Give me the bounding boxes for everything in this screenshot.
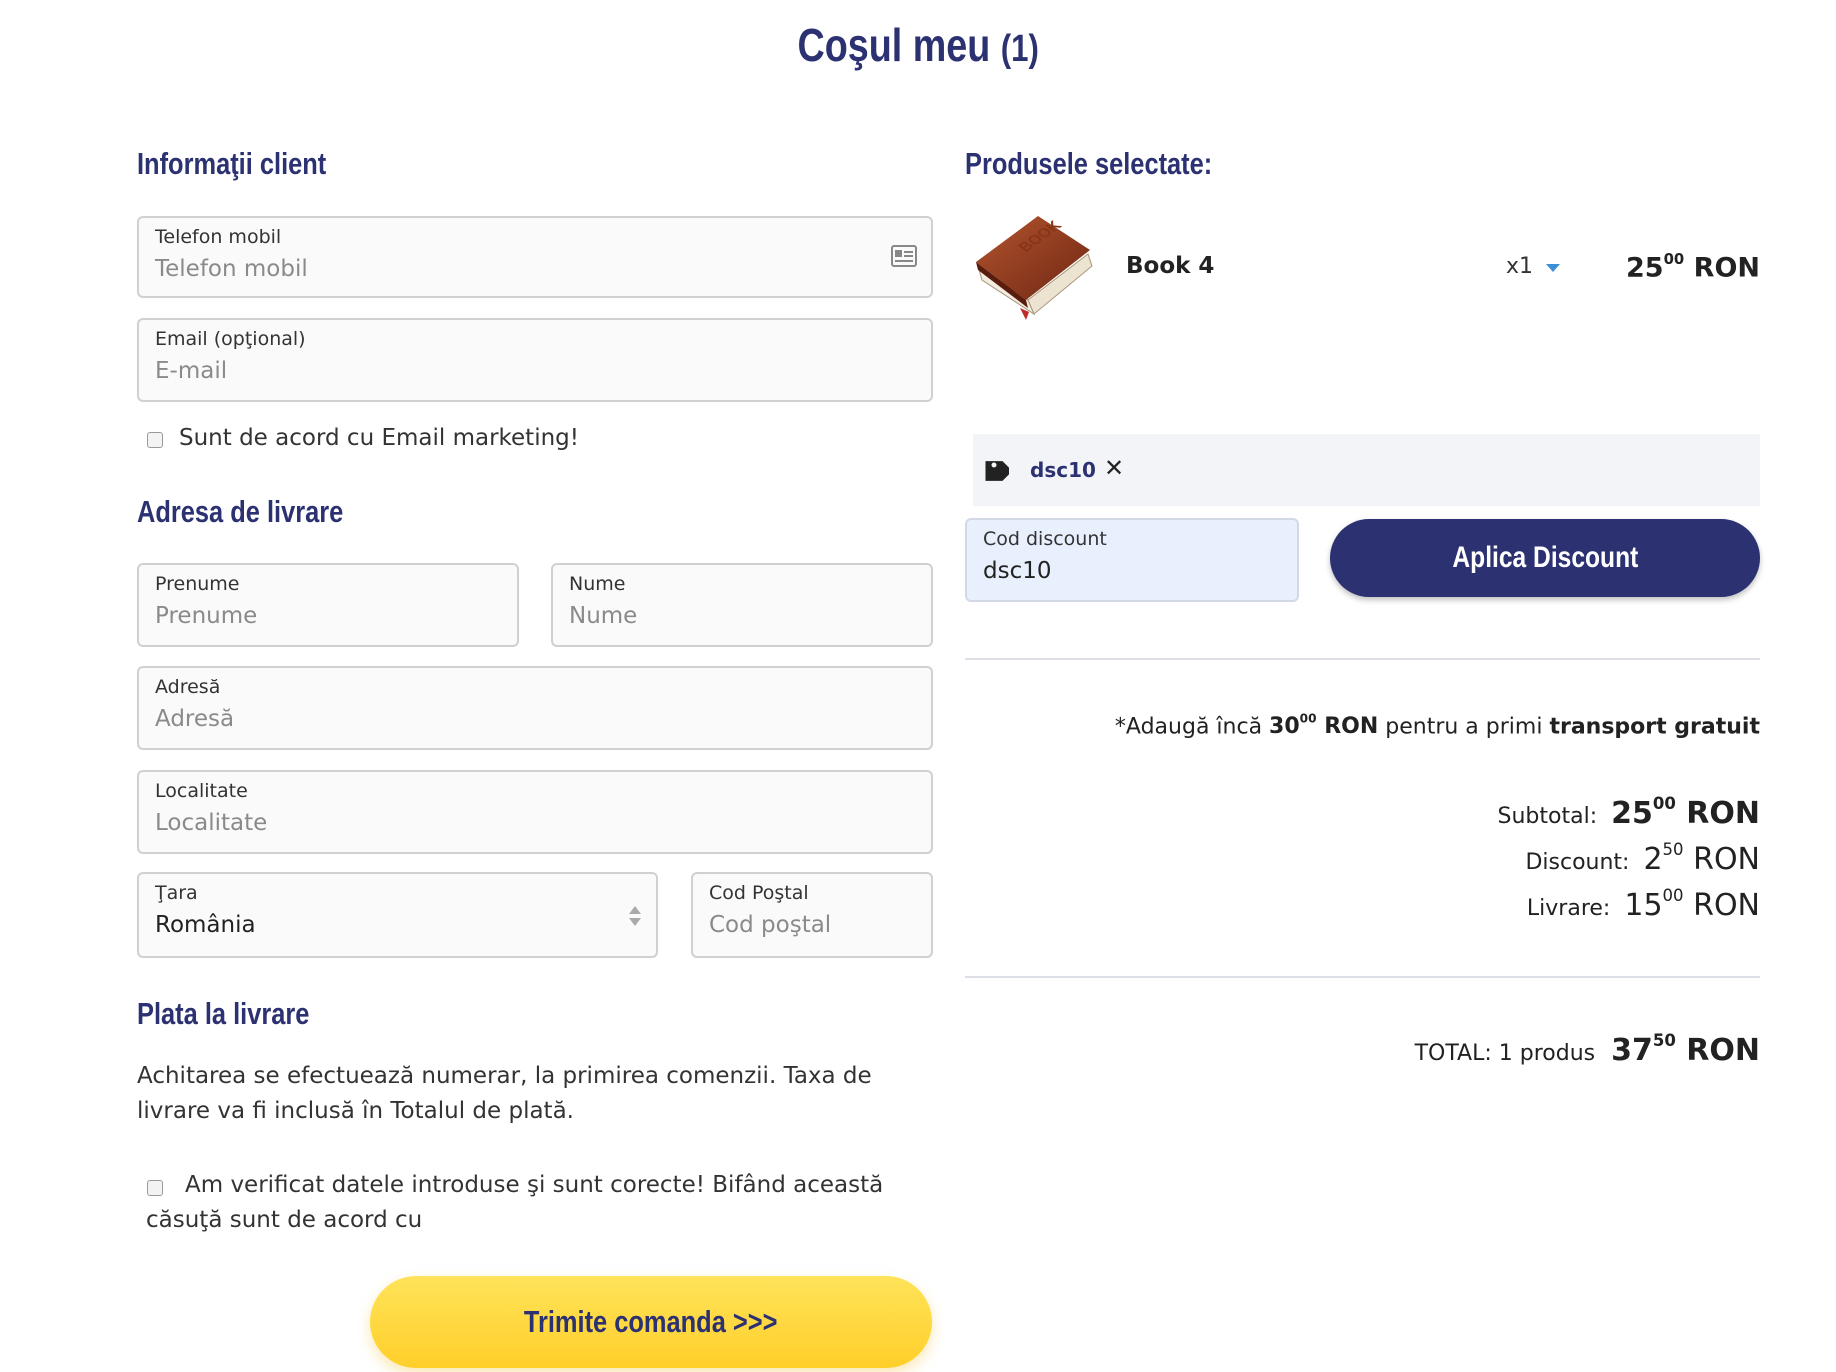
email-field[interactable]: Email (opţional) E-mail <box>137 318 933 402</box>
first-name-placeholder: Prenume <box>155 603 258 629</box>
submit-order-label: Trimite comanda >>> <box>524 1304 778 1339</box>
delivery-row: Livrare: 1500 RON <box>965 886 1760 923</box>
note-currency: RON <box>1324 714 1379 740</box>
apply-discount-label: Aplica Discount <box>1452 541 1638 574</box>
terms-label: Am verificat datele introduse şi sunt co… <box>146 1172 884 1233</box>
address-field[interactable]: Adresă Adresă <box>137 666 933 750</box>
postal-code-field[interactable]: Cod Poştal Cod poştal <box>691 872 933 958</box>
products-heading: Produsele selectate: <box>965 146 1213 181</box>
page-title: Coşul meu (1) <box>0 18 1836 74</box>
city-field[interactable]: Localitate Localitate <box>137 770 933 854</box>
total-value: 3750 RON <box>1611 1031 1760 1069</box>
delivery-value: 1500 RON <box>1624 886 1760 924</box>
total-row: TOTAL: 1 produs 3750 RON <box>965 1031 1760 1068</box>
marketing-label: Sunt de acord cu Email marketing! <box>179 425 579 451</box>
city-placeholder: Localitate <box>155 810 268 836</box>
applied-discount-code: dsc10 <box>1030 458 1096 482</box>
note-amount-int: 30 <box>1269 714 1300 740</box>
country-label: Ţara <box>155 882 198 904</box>
phone-field[interactable]: Telefon mobil Telefon mobil <box>137 216 933 298</box>
phone-label: Telefon mobil <box>155 226 282 248</box>
email-placeholder: E-mail <box>155 358 228 384</box>
marketing-checkbox[interactable] <box>147 432 163 448</box>
product-price-dec: 00 <box>1663 250 1685 268</box>
discount-row: Discount: 250 RON <box>965 840 1760 877</box>
note-free-shipping: transport gratuit <box>1549 714 1760 740</box>
cart-count: (1) <box>1000 28 1039 70</box>
discount-label: Discount: <box>1525 850 1630 876</box>
subtotal-value: 2500 RON <box>1611 794 1760 832</box>
product-name: Book 4 <box>1126 253 1215 279</box>
page-title-text: Coşul meu <box>797 19 991 71</box>
applied-discount-chip: dsc10 ✕ <box>973 434 1760 506</box>
product-price-int: 25 <box>1626 252 1664 284</box>
city-label: Localitate <box>155 780 248 802</box>
discount-code-label: Cod discount <box>983 528 1107 550</box>
apply-discount-button[interactable]: Aplica Discount <box>1330 519 1760 597</box>
subtotal-row: Subtotal: 2500 RON <box>965 794 1760 831</box>
product-price: 2500 RON <box>1560 250 1760 284</box>
contact-card-icon <box>891 245 917 267</box>
client-info-heading: Informaţii client <box>137 146 327 181</box>
last-name-placeholder: Nume <box>569 603 638 629</box>
discount-code-input[interactable]: Cod discount dsc10 <box>965 518 1299 602</box>
quantity-selector[interactable]: x1 <box>1506 254 1561 279</box>
note-amount-dec: 00 <box>1299 712 1317 726</box>
cart-page: Coşul meu (1) Informaţii client Telefon … <box>0 0 1836 1372</box>
phone-placeholder: Telefon mobil <box>155 256 308 282</box>
last-name-field[interactable]: Nume Nume <box>551 563 933 647</box>
payment-heading: Plata la livrare <box>137 996 310 1031</box>
address-label: Adresă <box>155 676 221 698</box>
last-name-label: Nume <box>569 573 626 595</box>
tag-icon <box>985 461 1009 481</box>
first-name-field[interactable]: Prenume Prenume <box>137 563 519 647</box>
delivery-label: Livrare: <box>1526 896 1611 922</box>
postal-code-placeholder: Cod poştal <box>709 912 832 938</box>
remove-discount-icon[interactable]: ✕ <box>1104 454 1124 482</box>
submit-order-button[interactable]: Trimite comanda >>> <box>370 1276 932 1368</box>
divider-top <box>965 658 1760 660</box>
note-prefix: *Adaugă încă <box>1114 714 1263 740</box>
discount-code-value: dsc10 <box>983 558 1052 584</box>
total-label: TOTAL: 1 produs <box>1414 1041 1596 1067</box>
email-label: Email (opţional) <box>155 328 306 350</box>
divider-bottom <box>965 976 1760 978</box>
payment-description: Achitarea se efectuează numerar, la prim… <box>137 1063 872 1124</box>
subtotal-label: Subtotal: <box>1497 804 1598 830</box>
quantity-value: x1 <box>1506 254 1534 279</box>
country-select[interactable]: Ţara România <box>137 872 658 958</box>
book-image: BOOK <box>976 216 1093 320</box>
chevron-down-icon <box>1546 264 1561 272</box>
address-placeholder: Adresă <box>155 706 235 732</box>
discount-value: 250 RON <box>1643 840 1760 878</box>
shipping-heading: Adresa de livrare <box>137 494 344 529</box>
select-arrows-icon <box>629 906 641 926</box>
postal-code-label: Cod Poştal <box>709 882 809 904</box>
first-name-label: Prenume <box>155 573 240 595</box>
note-middle: pentru a primi <box>1385 714 1543 740</box>
country-value: România <box>155 912 256 938</box>
product-price-currency: RON <box>1693 252 1760 284</box>
free-shipping-note: *Adaugă încă 3000 RON pentru a primi tra… <box>965 712 1760 739</box>
